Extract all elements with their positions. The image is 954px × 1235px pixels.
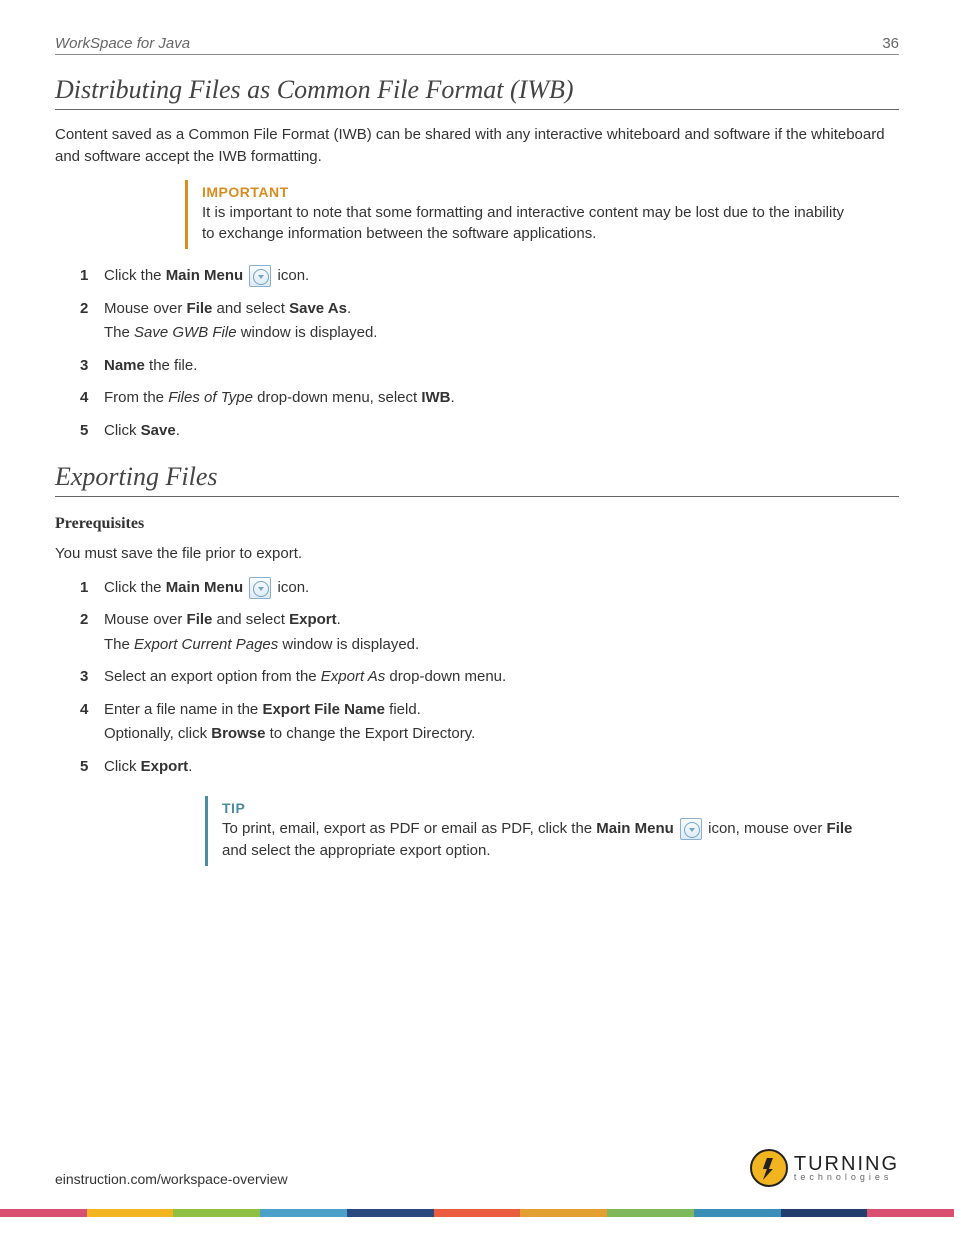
logo-text-sub: technologies [794, 1173, 899, 1181]
tip-text: To print, email, export as PDF or email … [222, 818, 859, 862]
step-4: 4 Enter a file name in the Export File N… [80, 699, 899, 746]
step-1: 1 Click the Main Menu icon. [80, 265, 899, 288]
important-callout: IMPORTANT It is important to note that s… [185, 180, 859, 250]
main-menu-icon [249, 265, 271, 287]
footer-url: einstruction.com/workspace-overview [55, 1171, 288, 1187]
step-5: 5 Click Save. [80, 420, 899, 443]
main-menu-icon [680, 818, 702, 840]
step-3: 3 Select an export option from the Expor… [80, 666, 899, 689]
step-5: 5 Click Export. [80, 756, 899, 779]
turning-logo: TURNING technologies [750, 1149, 899, 1187]
main-menu-icon [249, 577, 271, 599]
logo-text-main: TURNING [794, 1155, 899, 1173]
footer-color-bar [0, 1209, 954, 1217]
header-title: WorkSpace for Java [55, 35, 190, 52]
steps-list-exporting: 1 Click the Main Menu icon. 2 Mouse over… [55, 577, 899, 779]
prerequisites-heading: Prerequisites [55, 515, 899, 533]
step-2: 2 Mouse over File and select Export. The… [80, 609, 899, 656]
tip-label: TIP [222, 800, 859, 816]
page-number: 36 [882, 35, 899, 52]
steps-list-distributing: 1 Click the Main Menu icon. 2 Mouse over… [55, 265, 899, 442]
step-2: 2 Mouse over File and select Save As. Th… [80, 298, 899, 345]
important-text: It is important to note that some format… [202, 202, 859, 246]
section-heading-distributing: Distributing Files as Common File Format… [55, 75, 899, 110]
tip-callout: TIP To print, email, export as PDF or em… [205, 796, 859, 866]
page-header: WorkSpace for Java 36 [55, 35, 899, 55]
important-label: IMPORTANT [202, 184, 859, 200]
step-3: 3 Name the file. [80, 355, 899, 378]
intro-paragraph: Content saved as a Common File Format (I… [55, 124, 899, 168]
turning-logo-icon [750, 1149, 788, 1187]
prerequisites-text: You must save the file prior to export. [55, 543, 899, 565]
step-4: 4 From the Files of Type drop-down menu,… [80, 387, 899, 410]
page-footer: einstruction.com/workspace-overview TURN… [55, 1149, 899, 1187]
section-heading-exporting: Exporting Files [55, 462, 899, 497]
step-1: 1 Click the Main Menu icon. [80, 577, 899, 600]
